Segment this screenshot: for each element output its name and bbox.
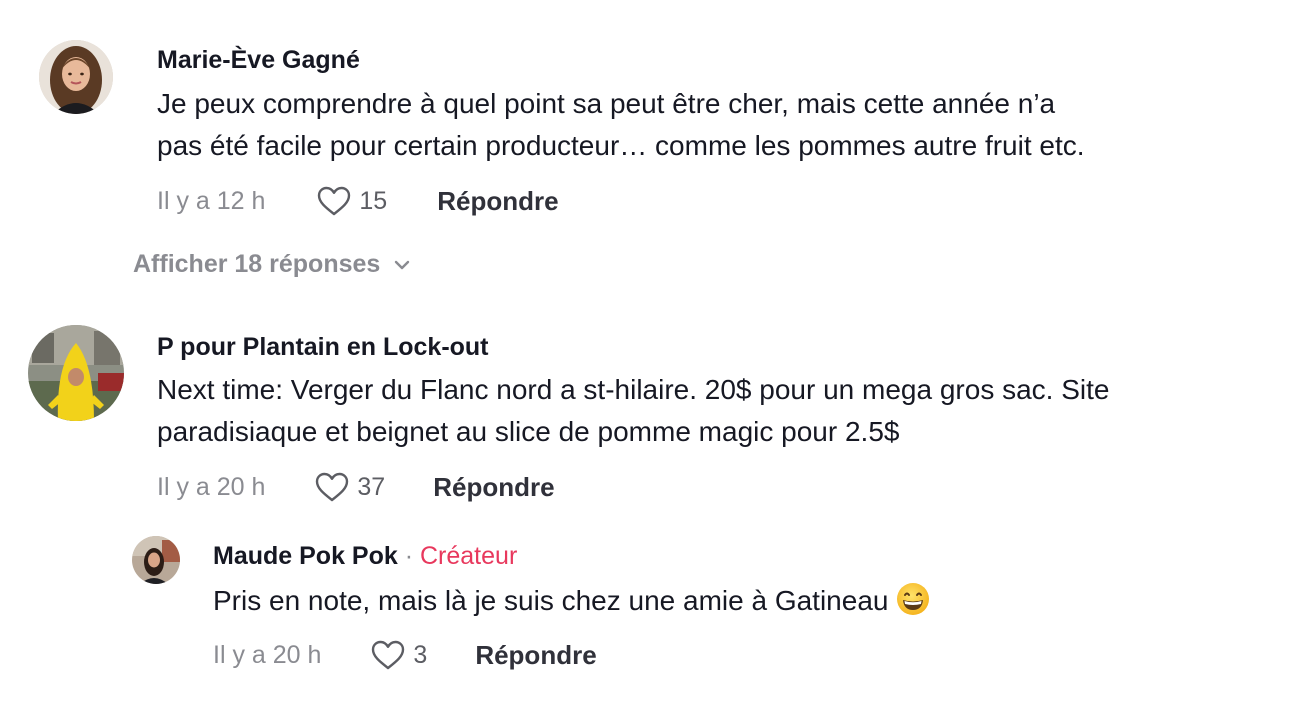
- like-button[interactable]: 37: [315, 472, 385, 502]
- comment-text-line: Next time: Verger du Flanc nord a st-hil…: [157, 374, 1110, 405]
- comment-text-line: pas été facile pour certain producteur… …: [157, 130, 1085, 161]
- reply-text: Pris en note, mais là je suis chez une a…: [213, 580, 930, 628]
- reply-button[interactable]: Répondre: [433, 472, 554, 503]
- avatar-woman-brown-hair-icon: [39, 40, 113, 114]
- comment-text-line: paradisiaque et beignet au slice de pomm…: [157, 416, 900, 447]
- show-replies-button[interactable]: Afficher 18 réponses: [133, 250, 410, 279]
- reply-author-name[interactable]: Maude Pok Pok: [213, 542, 398, 570]
- comment-time: Il y a 20 h: [157, 472, 266, 501]
- comment-text: Next time: Verger du Flanc nord a st-hil…: [157, 369, 1109, 453]
- comment-author[interactable]: P pour Plantain en Lock-out: [157, 333, 489, 362]
- avatar[interactable]: [28, 325, 124, 421]
- heart-icon: [318, 186, 351, 216]
- comment-text-line: Je peux comprendre à quel point sa peut …: [157, 88, 1056, 119]
- like-count: 37: [357, 472, 386, 501]
- reply-button[interactable]: Répondre: [437, 186, 558, 217]
- reply-button[interactable]: Répondre: [475, 640, 596, 671]
- like-count: 15: [359, 186, 388, 215]
- comment-meta: Il y a 20 h 37 Répondre: [157, 467, 555, 507]
- grinning-face-emoji-icon: [896, 582, 930, 628]
- like-count: 3: [413, 640, 428, 669]
- comment-time: Il y a 12 h: [157, 186, 266, 215]
- heart-icon: [372, 640, 405, 670]
- like-button[interactable]: 3: [371, 640, 427, 670]
- reply-text-content: Pris en note, mais là je suis chez une a…: [213, 585, 889, 616]
- avatar[interactable]: [39, 40, 113, 114]
- comment-text: Je peux comprendre à quel point sa peut …: [157, 83, 1085, 167]
- avatar-banana-costume-icon: [28, 325, 124, 421]
- show-replies-label: Afficher 18 réponses: [133, 250, 381, 278]
- chevron-down-icon: [395, 260, 410, 269]
- avatar[interactable]: [132, 536, 180, 584]
- heart-icon: [316, 472, 349, 502]
- comment-meta: Il y a 12 h 15 Répondre: [157, 181, 559, 221]
- reply-meta: Il y a 20 h 3 Répondre: [213, 635, 597, 675]
- reply-author: Maude Pok Pok · Créateur: [213, 542, 517, 571]
- avatar-woman-street-icon: [132, 536, 180, 584]
- reply-time: Il y a 20 h: [213, 640, 322, 669]
- like-button[interactable]: 15: [317, 186, 387, 216]
- creator-badge: Créateur: [420, 542, 518, 570]
- comment-author[interactable]: Marie-Ève Gagné: [157, 46, 360, 75]
- separator-dot: ·: [404, 542, 414, 570]
